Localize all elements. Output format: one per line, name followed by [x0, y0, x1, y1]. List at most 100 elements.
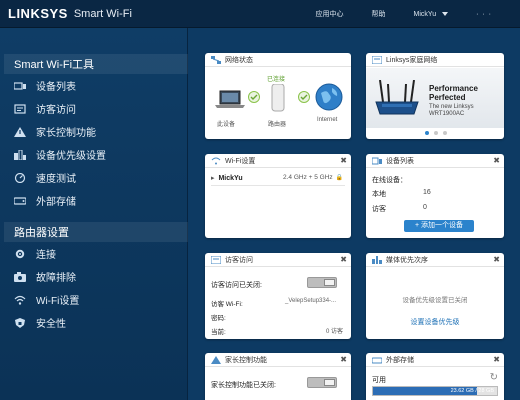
sidebar-item-troubleshooting[interactable]: 故障排除	[0, 265, 187, 288]
carousel-dot-active[interactable]	[425, 131, 429, 135]
top-nav: 应用中心 帮助 MickYu · · ·	[316, 0, 520, 28]
sidebar-item-device-priority[interactable]: 设备优先级设置	[0, 143, 187, 166]
card-header: Wi-Fi设置 ✖	[205, 154, 351, 168]
wifi-ssid: MickYu	[218, 175, 243, 182]
sidebar-item-security[interactable]: 安全性	[0, 311, 187, 334]
promo-card: Linksys家庭网络 Performance Perfected The ne…	[366, 53, 504, 139]
network-icon	[211, 55, 221, 64]
storage-available-label: 可用	[372, 377, 386, 384]
close-icon[interactable]: ✖	[493, 255, 500, 264]
top-bar: LINKSYS Smart Wi-Fi 应用中心 帮助 MickYu · · ·	[0, 0, 520, 28]
sidebar-item-parental-controls[interactable]: 家长控制功能	[0, 120, 187, 143]
local-label: 本地	[372, 191, 386, 198]
help-link[interactable]: 帮助	[372, 9, 386, 19]
guest-access-toggle[interactable]	[307, 277, 337, 288]
device-list-card: 设备列表 ✖ 在线设备： 本地 16 访客 0 + 添加一个设备	[366, 154, 504, 238]
add-device-button[interactable]: + 添加一个设备	[404, 220, 474, 232]
check-icon	[298, 91, 310, 103]
camera-icon	[14, 271, 26, 282]
sidebar-item-label: 家长控制功能	[36, 128, 96, 139]
wifi-band: 2.4 GHz + 5 GHz	[283, 174, 333, 181]
promo-headline-line2: Perfected	[429, 93, 466, 102]
card-title: 网络状态	[225, 56, 253, 64]
external-storage-card: 外部存储 ✖ 可用 ↻ 23.62 GB / 28 GB	[366, 353, 504, 400]
card-title: 访客访问	[225, 256, 253, 264]
sidebar-item-label: 安全性	[36, 319, 66, 330]
globe-icon	[315, 83, 343, 111]
gear-icon	[14, 249, 26, 259]
sidebar-item-wifi-settings[interactable]: Wi-Fi设置	[0, 288, 187, 311]
storage-icon	[14, 196, 26, 206]
sidebar-item-connectivity[interactable]: 连接	[0, 242, 187, 265]
sidebar-item-label: 设备列表	[36, 82, 76, 93]
guest-wifi-label: 访客 Wi-Fi:	[211, 301, 243, 308]
warning-triangle-icon	[211, 355, 221, 364]
connected-label: 已连接	[267, 77, 286, 83]
device-priority-icon	[14, 149, 26, 160]
wifi-icon	[14, 295, 26, 305]
card-title: 家长控制功能	[225, 356, 267, 364]
router-icon	[271, 84, 285, 112]
router-label: 路由器	[268, 122, 287, 128]
promo-headline: Performance Perfected	[429, 84, 478, 102]
device-list-icon	[372, 157, 382, 164]
linksys-logo[interactable]: LINKSYS	[8, 6, 68, 21]
refresh-icon[interactable]: ↻	[490, 372, 498, 383]
close-icon[interactable]: ✖	[340, 156, 347, 165]
close-icon[interactable]: ✖	[340, 355, 347, 364]
sidebar: Smart Wi-Fi工具 设备列表 访客访问 家长控制功能 设备优先级设置 速…	[0, 28, 188, 400]
close-icon[interactable]: ✖	[493, 355, 500, 364]
carousel-dot[interactable]	[434, 131, 438, 135]
app-center-link[interactable]: 应用中心	[316, 9, 344, 19]
sidebar-item-label: 访客访问	[36, 105, 76, 116]
sidebar-item-speed-test[interactable]: 速度测试	[0, 166, 187, 189]
carousel-dot[interactable]	[443, 131, 447, 135]
card-header: 家长控制功能 ✖	[205, 353, 351, 367]
card-header: 媒体优先次序 ✖	[366, 253, 504, 267]
wifi-network-row[interactable]: ▸ MickYu 2.4 GHz + 5 GHz 🔒	[211, 174, 345, 186]
close-icon[interactable]: ✖	[340, 255, 347, 264]
carousel-dots[interactable]	[425, 131, 447, 136]
card-header: 访客访问 ✖	[205, 253, 351, 267]
home-network-icon	[372, 55, 382, 64]
chevron-down-icon[interactable]	[442, 12, 449, 16]
promo-subtext-line2: WRT1900AC	[429, 111, 465, 117]
shield-icon	[14, 317, 26, 328]
promo-banner[interactable]: Performance Perfected The new Linksys WR…	[366, 68, 504, 128]
sidebar-item-external-storage[interactable]: 外部存储	[0, 189, 187, 212]
sidebar-item-label: 故障排除	[36, 273, 76, 284]
guest-access-card: 访客访问 ✖ 访客访问已关闭: 访客 Wi-Fi: _VelepSetup334…	[205, 253, 351, 339]
guest-wifi-name: _VelepSetup334-...	[285, 298, 337, 304]
internet-label: Internet	[317, 117, 338, 123]
product-name: Smart Wi-Fi	[73, 7, 132, 20]
sidebar-item-label: 外部存储	[36, 197, 76, 208]
card-header: 网络状态	[205, 53, 351, 67]
wifi-settings-card: Wi-Fi设置 ✖ ▸ MickYu 2.4 GHz + 5 GHz 🔒	[205, 154, 351, 238]
sidebar-item-label: 速度测试	[36, 174, 76, 185]
check-icon	[248, 91, 260, 103]
user-menu[interactable]: MickYu	[414, 11, 437, 18]
card-title: 设备列表	[386, 157, 414, 165]
local-count: 16	[423, 189, 431, 196]
guest-count: 0	[423, 204, 427, 211]
sidebar-item-device-list[interactable]: 设备列表	[0, 74, 187, 97]
online-devices-label: 在线设备：	[372, 177, 407, 184]
parental-controls-toggle[interactable]	[307, 377, 337, 388]
warning-triangle-icon	[14, 126, 26, 137]
laptop-icon	[215, 90, 245, 108]
close-icon[interactable]: ✖	[493, 156, 500, 165]
guest-label: 访客	[372, 206, 386, 213]
storage-usage-text: 23.62 GB / 28 GB	[450, 388, 494, 394]
media-priority-icon	[372, 255, 382, 264]
more-menu[interactable]: · · ·	[476, 11, 492, 18]
promo-subtext-line1: The new Linksys	[429, 104, 474, 110]
guest-access-icon	[14, 103, 26, 114]
this-device-label: 此设备	[217, 122, 236, 128]
wifi-icon	[211, 157, 221, 164]
set-priority-link[interactable]: 设置设备优先级	[366, 317, 504, 327]
promo-headline-line1: Performance	[429, 84, 478, 93]
storage-usage-bar: 23.62 GB / 28 GB	[372, 386, 498, 396]
toggle-knob	[324, 279, 335, 286]
sidebar-item-guest-access[interactable]: 访客访问	[0, 97, 187, 120]
priority-message: 设备优先级设置已关闭	[402, 297, 468, 304]
